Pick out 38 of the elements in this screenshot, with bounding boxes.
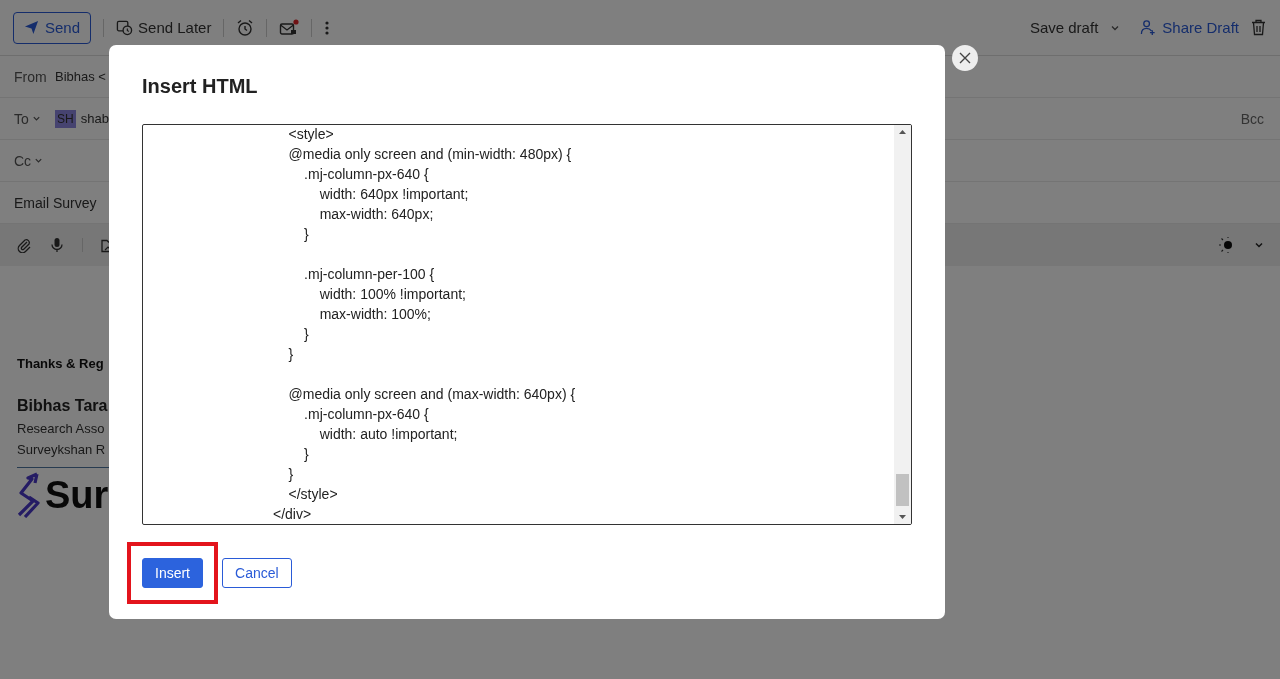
send-button[interactable]: Send (13, 11, 92, 44)
chevron-down-icon[interactable] (34, 156, 44, 165)
bcc-link[interactable]: Bcc (1240, 110, 1264, 127)
html-input-area[interactable] (142, 124, 912, 525)
close-icon (959, 52, 971, 64)
code-text: <style> @media only screen and (min-width: 480px) { .mj-column-px-640 { width: 640px !important; max-width: 640px; } .mj-column-per-100 { width: 100% !important; max-width: 100%; } } @media only screen and (max-width: 640px) { .mj-column-px-640 { width: auto !important; } } </style> </div> (272, 125, 577, 524)
chevron-down-icon[interactable] (31, 114, 41, 123)
chevron-down-icon[interactable] (1254, 240, 1264, 250)
signature-company: Surveykshan R (17, 442, 106, 457)
cancel-button[interactable]: Cancel (222, 558, 292, 588)
dialog-title: Insert HTML (142, 75, 259, 99)
from-label: From (14, 68, 47, 85)
share-draft-button[interactable]: Share Draft (1140, 19, 1239, 36)
send-icon (24, 20, 39, 35)
insert-button[interactable]: Insert (142, 558, 203, 588)
send-later-button[interactable]: Send Later (116, 19, 212, 36)
alarm-clock-icon[interactable] (236, 18, 255, 37)
signature-name: Bibhas Tara (17, 397, 108, 415)
arrow-logo-icon (17, 472, 41, 518)
schedule-icon (116, 19, 134, 36)
contact-avatar: SH (55, 109, 76, 128)
envelope-lock-icon[interactable] (279, 18, 300, 37)
cc-dropdown[interactable]: Cc (14, 152, 47, 169)
signature-greeting: Thanks & Reg (17, 356, 104, 371)
recipient-name: shab (80, 111, 109, 126)
microphone-icon[interactable] (50, 237, 64, 253)
signature-title: Research Asso (17, 421, 105, 436)
add-person-icon (1140, 19, 1158, 36)
logo-text: Sur (45, 473, 109, 517)
trash-icon[interactable] (1251, 19, 1266, 36)
save-draft-button[interactable]: Save draft (1029, 19, 1099, 36)
to-dropdown[interactable]: To (14, 110, 47, 127)
subject-field[interactable]: Email Survey (14, 194, 97, 211)
close-button[interactable] (952, 45, 978, 71)
sender-name: Bibhas < (55, 69, 106, 84)
scrollbar[interactable] (894, 125, 911, 524)
paperclip-icon[interactable] (16, 237, 32, 253)
scrollbar-thumb[interactable] (896, 474, 909, 506)
